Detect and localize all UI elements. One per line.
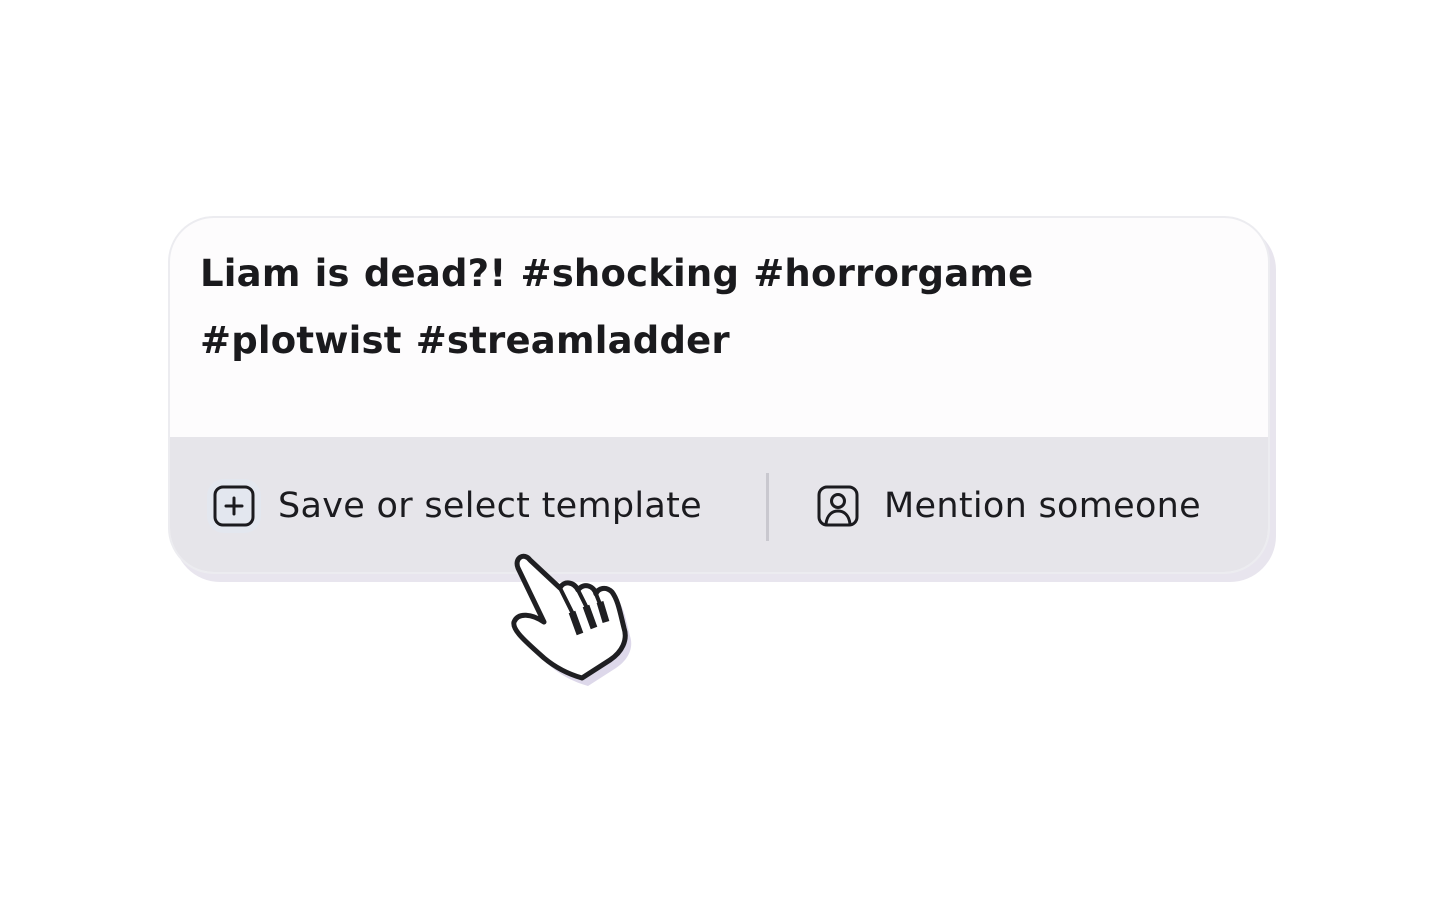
stage: Liam is dead?! #shocking #horrorgame #pl…	[0, 0, 1439, 900]
template-button-label: Save or select template	[278, 486, 702, 526]
plus-square-icon	[212, 484, 256, 528]
toolbar-divider	[766, 473, 769, 541]
caption-text-input[interactable]: Liam is dead?! #shocking #horrorgame #pl…	[170, 218, 1268, 438]
caption-editor-card: Liam is dead?! #shocking #horrorgame #pl…	[168, 216, 1270, 574]
mention-button[interactable]: Mention someone	[816, 437, 1201, 572]
user-square-icon	[816, 484, 860, 528]
caption-toolbar: Save or select template Mention someone	[170, 437, 1268, 572]
hand-pointer-cursor-icon	[511, 553, 632, 686]
mention-button-label: Mention someone	[884, 486, 1201, 526]
